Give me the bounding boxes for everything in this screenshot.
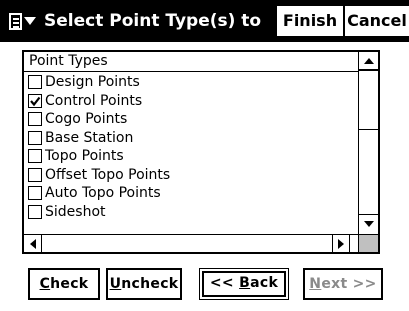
list-item-label: Base Station bbox=[45, 129, 134, 146]
back-prefix: << bbox=[209, 275, 240, 291]
checkbox[interactable] bbox=[28, 149, 42, 164]
window-title: Select Point Type(s) to Exp bbox=[44, 11, 264, 31]
scroll-down-button[interactable] bbox=[359, 214, 378, 232]
list-item[interactable]: Offset Topo Points bbox=[28, 166, 358, 185]
dropdown-arrow-icon bbox=[23, 17, 36, 25]
list-item[interactable]: Base Station bbox=[28, 129, 358, 148]
list-header: Point Types bbox=[24, 52, 358, 72]
horizontal-scrollbar[interactable] bbox=[24, 234, 358, 252]
check-mnemonic: C bbox=[39, 276, 51, 292]
list-item[interactable]: Design Points bbox=[28, 73, 358, 92]
list-item[interactable]: Cogo Points bbox=[28, 110, 358, 129]
window-menu-button[interactable] bbox=[4, 5, 40, 37]
check-label: heck bbox=[50, 276, 89, 292]
check-button[interactable]: Check bbox=[28, 268, 100, 300]
checkbox[interactable] bbox=[28, 75, 42, 90]
list-item-label: Sideshot bbox=[45, 203, 106, 220]
point-types-list[interactable]: Point Types Design Points Control Points C… bbox=[22, 50, 380, 254]
next-label: ext >> bbox=[321, 276, 377, 292]
arrow-left-icon bbox=[29, 238, 36, 249]
back-mnemonic: B bbox=[239, 275, 251, 291]
uncheck-label: ncheck bbox=[121, 276, 179, 292]
next-button[interactable]: Next >> bbox=[303, 268, 383, 300]
checkbox[interactable] bbox=[28, 186, 42, 201]
list-item-label: Cogo Points bbox=[45, 111, 128, 128]
list-item[interactable]: Topo Points bbox=[28, 147, 358, 166]
arrow-right-icon bbox=[338, 238, 344, 249]
list-item[interactable]: Control Points bbox=[28, 92, 358, 111]
title-bar: Select Point Type(s) to Exp Finish Cance… bbox=[0, 0, 409, 42]
list-items: Design Points Control Points Cogo Points Ba… bbox=[28, 73, 358, 221]
checkbox[interactable] bbox=[28, 93, 42, 108]
list-item-label: Offset Topo Points bbox=[45, 166, 171, 183]
uncheck-mnemonic: U bbox=[109, 276, 122, 292]
list-item-label: Design Points bbox=[45, 74, 140, 91]
scroll-right-button[interactable] bbox=[332, 235, 350, 252]
list-item-label: Topo Points bbox=[45, 148, 124, 165]
back-label: ack bbox=[250, 275, 279, 291]
back-button[interactable]: << Back bbox=[199, 268, 289, 300]
scroll-up-button[interactable] bbox=[359, 52, 378, 70]
list-item-label: Auto Topo Points bbox=[45, 185, 161, 202]
finish-button[interactable]: Finish bbox=[277, 6, 343, 36]
scrollbar-corner bbox=[358, 234, 378, 252]
scroll-thumb[interactable] bbox=[359, 70, 378, 130]
document-menu-icon bbox=[8, 12, 22, 30]
checkbox[interactable] bbox=[28, 204, 42, 219]
arrow-down-icon bbox=[363, 220, 374, 227]
checkbox[interactable] bbox=[28, 130, 42, 145]
vertical-scrollbar[interactable] bbox=[358, 52, 378, 234]
checkbox[interactable] bbox=[28, 167, 42, 182]
scroll-left-button[interactable] bbox=[24, 235, 42, 252]
list-item[interactable]: Sideshot bbox=[28, 203, 358, 222]
uncheck-button[interactable]: Uncheck bbox=[106, 268, 182, 300]
cancel-button[interactable]: Cancel bbox=[345, 6, 409, 36]
arrow-up-icon bbox=[363, 57, 374, 64]
checkmark-icon bbox=[30, 96, 41, 106]
checkbox[interactable] bbox=[28, 112, 42, 127]
list-item[interactable]: Auto Topo Points bbox=[28, 184, 358, 203]
list-item-label: Control Points bbox=[45, 92, 143, 109]
next-mnemonic: N bbox=[309, 276, 322, 292]
